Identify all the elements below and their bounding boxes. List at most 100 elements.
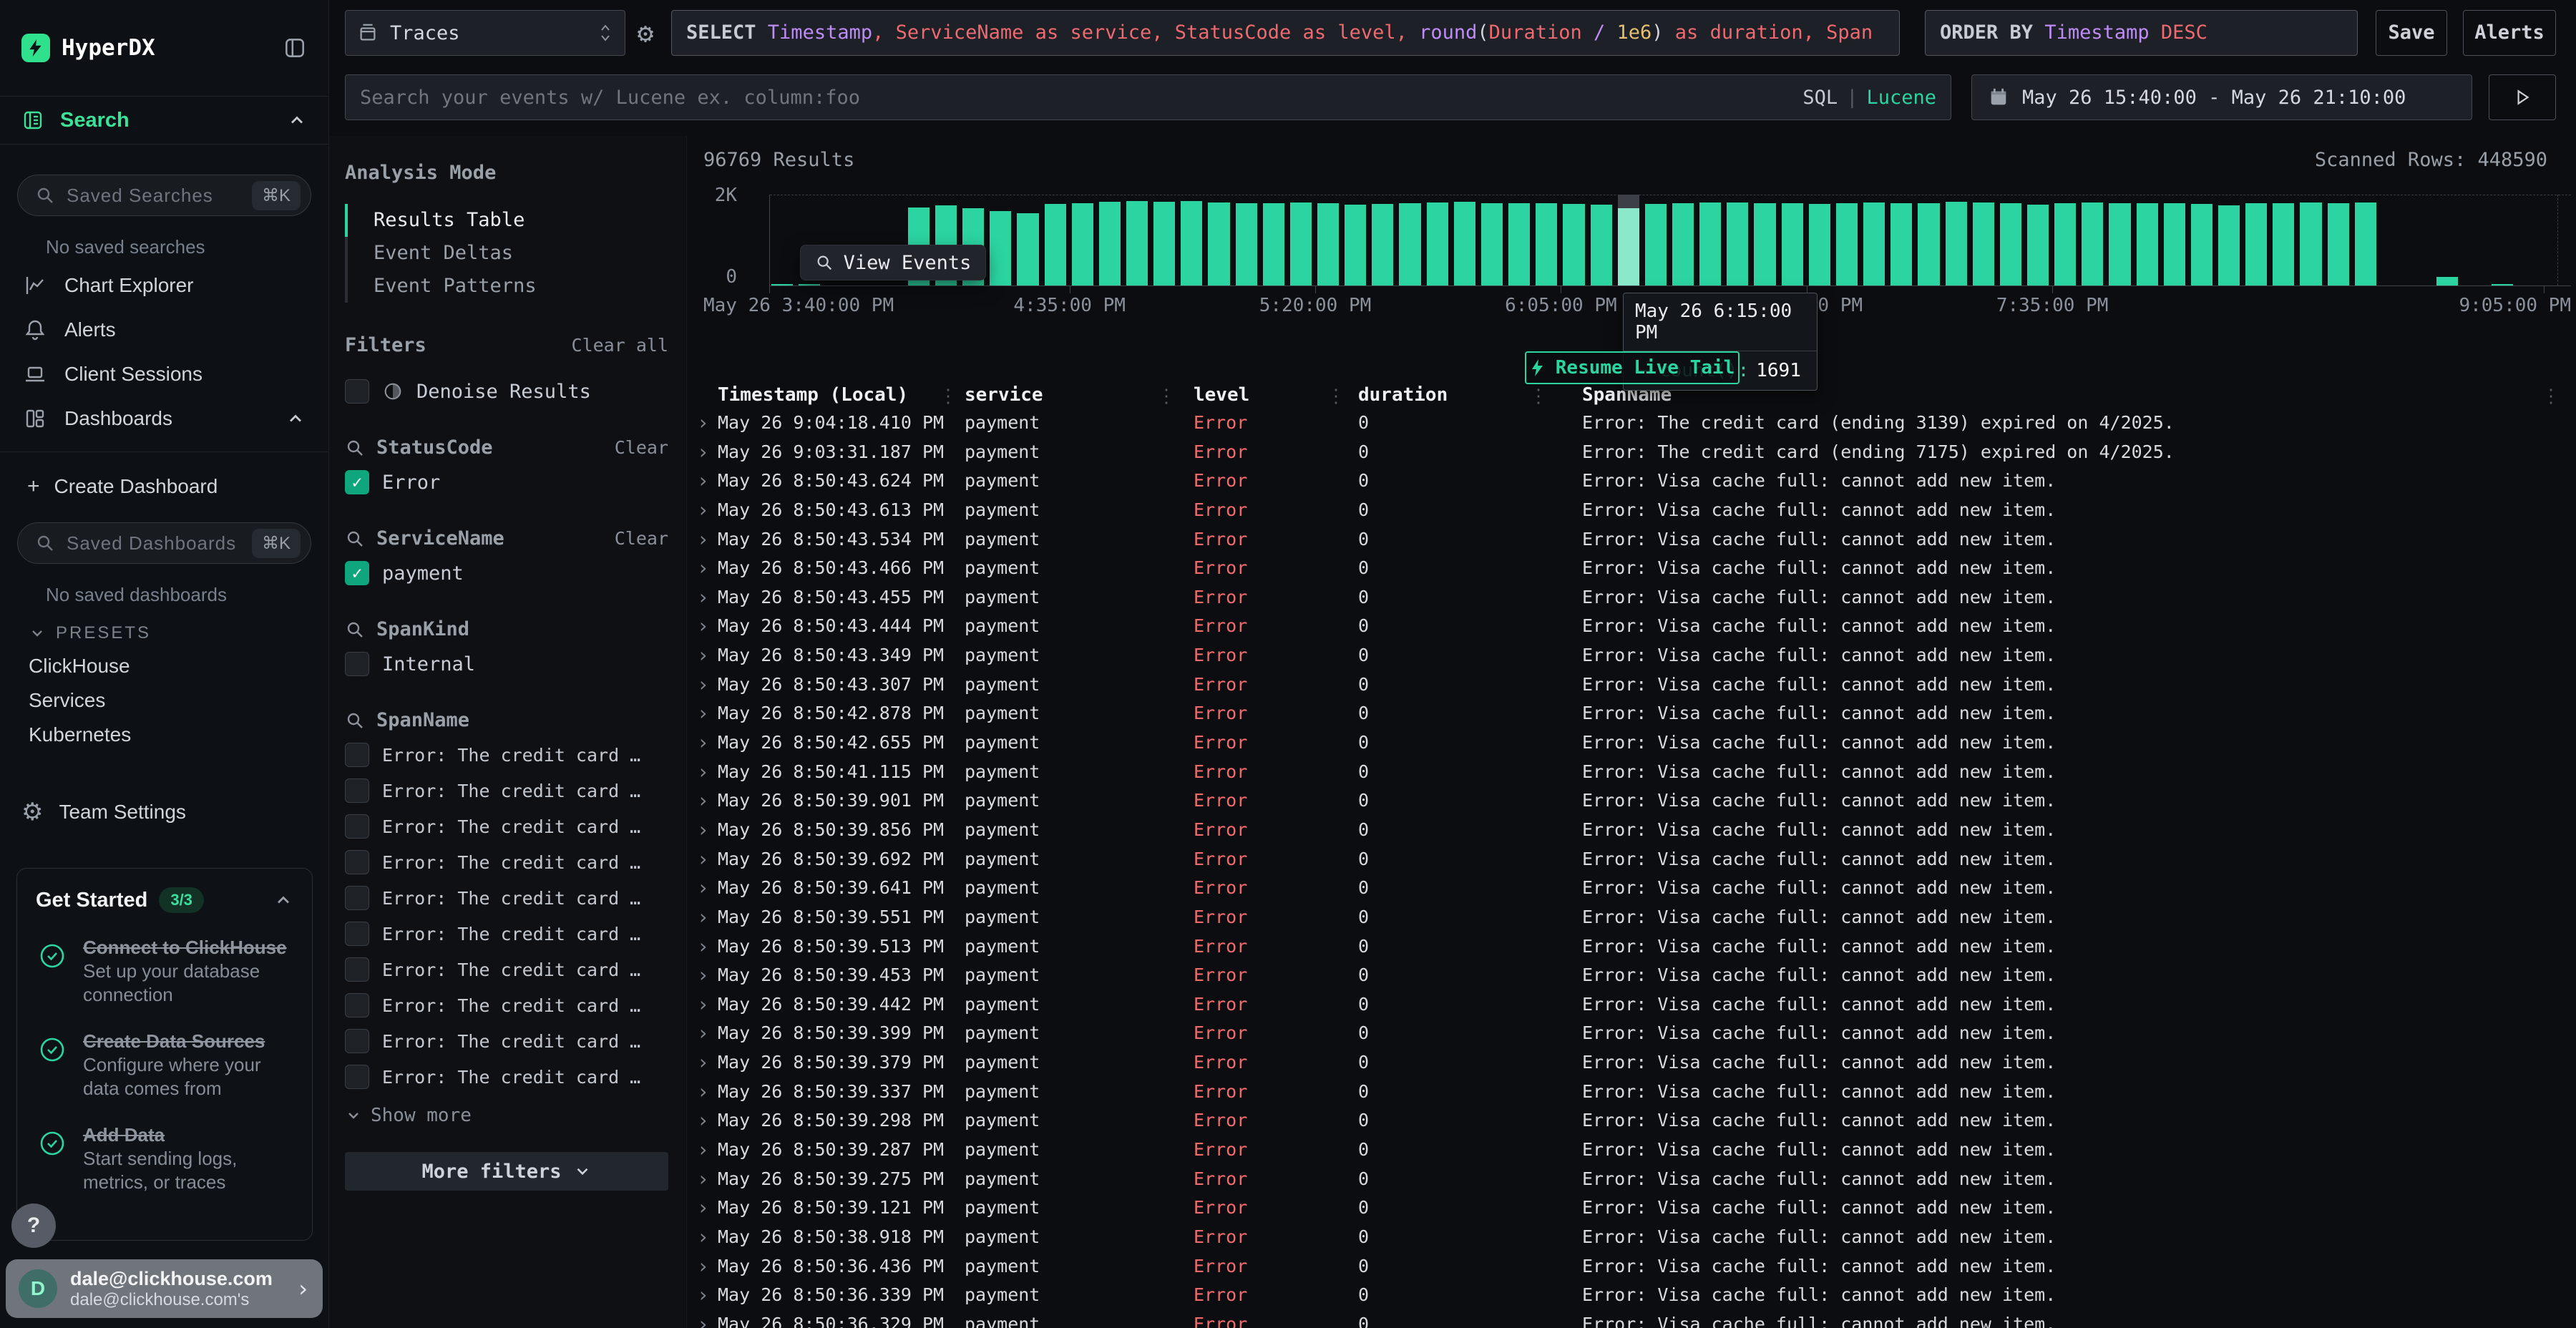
table-row[interactable]: ›May 26 8:50:39.298 PMpaymentError0Error…: [687, 1106, 2576, 1136]
histogram-bar[interactable]: [1372, 204, 1393, 285]
table-row[interactable]: ›May 26 8:50:39.513 PMpaymentError0Error…: [687, 932, 2576, 962]
histogram-bar[interactable]: [2273, 203, 2294, 285]
help-button[interactable]: ?: [11, 1204, 56, 1248]
histogram-bar[interactable]: [1699, 202, 1721, 285]
sidebar-item-team-settings[interactable]: ⚙ Team Settings: [17, 792, 311, 832]
filter-checkbox[interactable]: [345, 850, 369, 874]
histogram-bar[interactable]: [2328, 203, 2349, 285]
histogram-bar[interactable]: [2191, 204, 2212, 285]
get-started-item[interactable]: Connect to ClickHouseSet up your databas…: [36, 936, 293, 1007]
clear-link[interactable]: Clear: [615, 528, 668, 549]
table-row[interactable]: ›May 26 9:04:18.410 PMpaymentError0Error…: [687, 409, 2576, 438]
table-row[interactable]: ›May 26 8:50:39.399 PMpaymentError0Error…: [687, 1019, 2576, 1048]
table-row[interactable]: ›May 26 8:50:39.287 PMpaymentError0Error…: [687, 1136, 2576, 1165]
histogram-bar[interactable]: [1782, 203, 1803, 285]
table-row[interactable]: ›May 26 8:50:39.641 PMpaymentError0Error…: [687, 874, 2576, 903]
histogram-bar[interactable]: [1809, 204, 1830, 285]
table-row[interactable]: ›May 26 8:50:39.275 PMpaymentError0Error…: [687, 1165, 2576, 1194]
source-settings-button[interactable]: ⚙: [625, 19, 665, 47]
resume-live-tail-button[interactable]: Resume Live Tail: [1525, 351, 1740, 384]
clear-all-link[interactable]: Clear all: [572, 335, 668, 356]
alerts-button[interactable]: Alerts: [2463, 10, 2556, 56]
table-options-icon[interactable]: ⋮: [2542, 383, 2560, 410]
table-row[interactable]: ›May 26 8:50:39.551 PMpaymentError0Error…: [687, 903, 2576, 932]
filter-option[interactable]: ✓Error: [345, 470, 668, 494]
table-row[interactable]: ›May 26 8:50:39.121 PMpaymentError0Error…: [687, 1193, 2576, 1223]
filter-checkbox[interactable]: [345, 1029, 369, 1053]
histogram-bar[interactable]: [1153, 202, 1175, 285]
table-row[interactable]: ›May 26 8:50:36.436 PMpaymentError0Error…: [687, 1252, 2576, 1281]
histogram-bar[interactable]: [1236, 203, 1257, 285]
histogram-bar[interactable]: [1918, 203, 1939, 285]
filter-option[interactable]: Error: The credit card …: [345, 922, 668, 946]
table-row[interactable]: ›May 26 8:50:39.453 PMpaymentError0Error…: [687, 961, 2576, 990]
histogram-bar[interactable]: [2245, 203, 2267, 285]
saved-dashboards-input[interactable]: Saved Dashboards ⌘K: [17, 522, 311, 564]
table-row[interactable]: ›May 26 8:50:43.349 PMpaymentError0Error…: [687, 641, 2576, 670]
sidebar-item-client-sessions[interactable]: Client Sessions: [17, 354, 311, 394]
table-row[interactable]: ›May 26 8:50:39.856 PMpaymentError0Error…: [687, 816, 2576, 845]
histogram-bar[interactable]: [1072, 203, 1093, 285]
histogram-bar[interactable]: [1672, 203, 1694, 285]
table-row[interactable]: ›May 26 8:50:43.613 PMpaymentError0Error…: [687, 496, 2576, 525]
analysis-mode-results-table[interactable]: Results Table: [345, 204, 668, 237]
table-row[interactable]: ›May 26 8:50:42.655 PMpaymentError0Error…: [687, 728, 2576, 758]
histogram-bar[interactable]: [990, 211, 1011, 285]
view-events-button[interactable]: View Events: [800, 245, 986, 280]
chevron-up-icon[interactable]: [286, 409, 306, 429]
histogram-bar[interactable]: [1099, 202, 1121, 285]
saved-searches-input[interactable]: Saved Searches ⌘K: [17, 175, 311, 216]
filter-option[interactable]: Internal: [345, 652, 668, 676]
filter-option[interactable]: Error: The credit card …: [345, 850, 668, 874]
filter-checkbox[interactable]: [345, 814, 369, 839]
col-header-duration[interactable]: duration: [1332, 381, 1535, 409]
sql-select-editor[interactable]: SELECT Timestamp, ServiceName as service…: [671, 10, 1900, 56]
histogram-bar[interactable]: [1863, 202, 1885, 285]
sidebar-item-alerts[interactable]: Alerts: [17, 310, 311, 350]
filter-checkbox[interactable]: [345, 922, 369, 946]
presets-toggle[interactable]: PRESETS: [29, 623, 311, 643]
get-started-item[interactable]: Create Data SourcesConfigure where your …: [36, 1030, 293, 1100]
filter-option[interactable]: Error: The credit card …: [345, 778, 668, 803]
table-row[interactable]: ›May 26 8:50:39.901 PMpaymentError0Error…: [687, 786, 2576, 816]
table-row[interactable]: ›May 26 8:50:43.455 PMpaymentError0Error…: [687, 583, 2576, 612]
sidebar-item-kubernetes[interactable]: Kubernetes: [17, 718, 311, 752]
histogram-bar[interactable]: [1481, 203, 1503, 285]
column-resize-handle[interactable]: ⋮: [1327, 383, 1345, 410]
table-row[interactable]: ›May 26 9:03:31.187 PMpaymentError0Error…: [687, 438, 2576, 467]
table-row[interactable]: ›May 26 8:50:43.466 PMpaymentError0Error…: [687, 554, 2576, 583]
histogram-bar[interactable]: [1263, 203, 1284, 285]
table-row[interactable]: ›May 26 8:50:36.339 PMpaymentError0Error…: [687, 1281, 2576, 1310]
histogram-bar[interactable]: [1345, 205, 1366, 285]
histogram-bar[interactable]: [1045, 204, 1066, 285]
table-row[interactable]: ›May 26 8:50:43.307 PMpaymentError0Error…: [687, 670, 2576, 700]
filter-option[interactable]: Error: The credit card …: [345, 1065, 668, 1089]
histogram-bar[interactable]: [1126, 201, 1148, 285]
search-input[interactable]: [360, 87, 1794, 109]
histogram-bar[interactable]: [1290, 202, 1312, 285]
table-row[interactable]: ›May 26 8:50:39.379 PMpaymentError0Error…: [687, 1048, 2576, 1078]
histogram-bar[interactable]: [1317, 203, 1339, 285]
sidebar-item-chart-explorer[interactable]: Chart Explorer: [17, 265, 311, 306]
run-query-button[interactable]: [2489, 74, 2556, 120]
filter-option[interactable]: Error: The credit card …: [345, 993, 668, 1017]
histogram-bar[interactable]: [1427, 202, 1448, 285]
more-filters-button[interactable]: More filters: [345, 1152, 668, 1191]
sidebar-item-search[interactable]: Search: [0, 96, 328, 145]
sidebar-collapse-icon[interactable]: [283, 36, 307, 60]
histogram-bar[interactable]: [1399, 203, 1420, 285]
date-range-picker[interactable]: May 26 15:40:00 - May 26 21:10:00: [1971, 74, 2472, 120]
col-header-timestamp[interactable]: Timestamp (Local): [718, 381, 945, 409]
filter-checkbox[interactable]: [345, 957, 369, 982]
column-resize-handle[interactable]: ⋮: [1529, 383, 1548, 410]
filter-checkbox[interactable]: [345, 778, 369, 803]
lang-toggle-sql[interactable]: SQL: [1802, 87, 1838, 109]
filter-option[interactable]: Error: The credit card …: [345, 1029, 668, 1053]
column-resize-handle[interactable]: ⋮: [1157, 383, 1176, 410]
order-by-editor[interactable]: ORDER BY Timestamp DESC: [1925, 10, 2358, 56]
histogram-bar[interactable]: [1973, 202, 1994, 285]
table-row[interactable]: ›May 26 8:50:41.115 PMpaymentError0Error…: [687, 758, 2576, 787]
filter-option[interactable]: Error: The credit card …: [345, 814, 668, 839]
filter-checkbox[interactable]: [345, 886, 369, 910]
histogram-bar[interactable]: [1536, 203, 1557, 285]
